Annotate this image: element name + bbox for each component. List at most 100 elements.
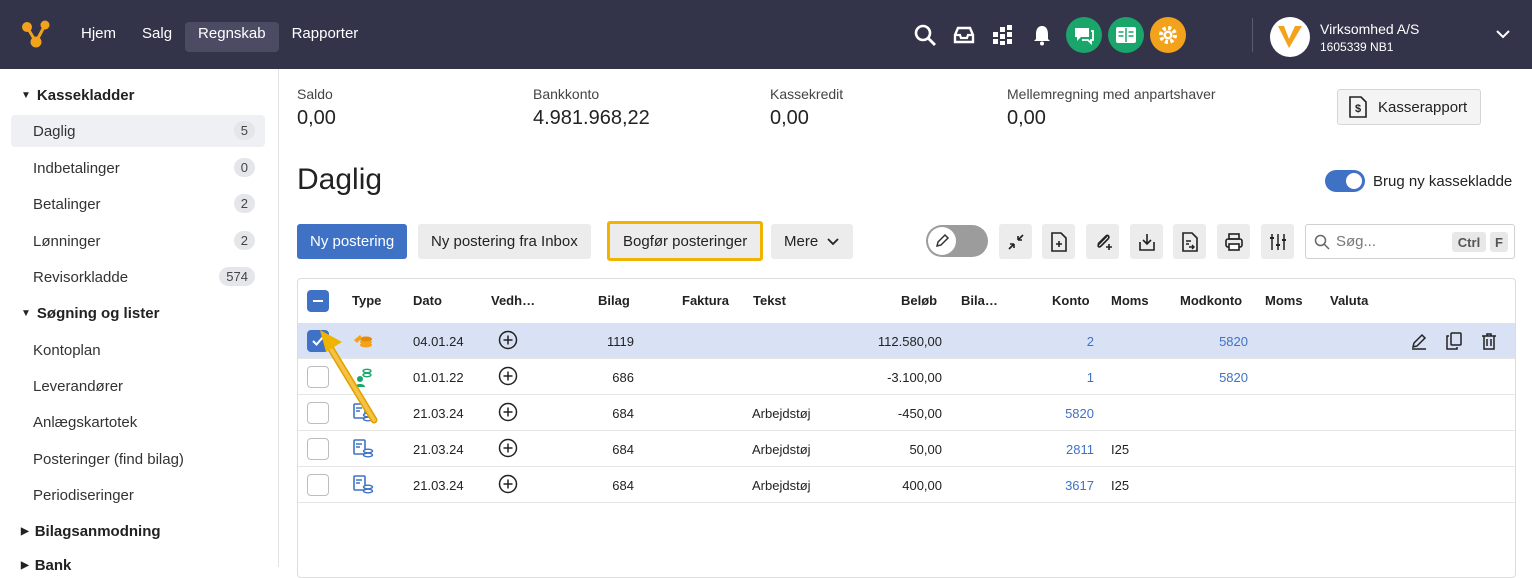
cell-modkonto[interactable]: 5820 [1188, 334, 1248, 349]
col-moms[interactable]: Moms [1111, 293, 1149, 308]
section-bank[interactable]: ▶ Bank [21, 557, 71, 574]
cell-tekst: Arbejdstøj [752, 406, 811, 421]
shortcut-f: F [1490, 232, 1508, 252]
bogfor-button[interactable]: Bogfør posteringer [607, 221, 764, 261]
sidebar-item-kontoplan[interactable]: Kontoplan [11, 334, 265, 366]
count-badge: 5 [233, 121, 255, 140]
company-name: Virksomhed A/S [1320, 20, 1420, 37]
sidebar-item-daglig[interactable]: Daglig 5 [11, 115, 265, 147]
col-bila[interactable]: Bila… [961, 293, 998, 308]
cell-bilag: 1119 [607, 334, 634, 349]
column-settings-icon[interactable] [1261, 224, 1294, 259]
apps-grid-icon[interactable] [988, 18, 1018, 52]
nav-rapporter[interactable]: Rapporter [279, 22, 372, 52]
copy-icon[interactable] [1440, 329, 1468, 353]
more-button[interactable]: Mere [771, 224, 854, 259]
search-icon[interactable] [910, 18, 940, 52]
new-kassekladde-toggle[interactable]: Brug ny kassekladde [1325, 170, 1512, 192]
section-kassekladder[interactable]: ▼ Kassekladder [21, 87, 134, 104]
download-icon[interactable] [1130, 224, 1163, 259]
triangle-right-icon: ▶ [21, 560, 29, 571]
attach-icon[interactable] [1086, 224, 1119, 259]
table-row[interactable]: 01.01.22 686 -3.100,00 1 5820 [298, 359, 1515, 395]
kasserapport-button[interactable]: $ Kasserapport [1337, 89, 1481, 125]
company-id: 1605339 NB1 [1320, 39, 1394, 54]
company-switcher[interactable]: Virksomhed A/S 1605339 NB1 [1270, 17, 1419, 57]
edit-mode-toggle[interactable] [926, 225, 988, 257]
cell-konto[interactable]: 5820 [1038, 406, 1094, 421]
col-faktura[interactable]: Faktura [682, 293, 729, 308]
col-valuta[interactable]: Valuta [1330, 293, 1368, 308]
nav-hjem[interactable]: Hjem [68, 22, 129, 52]
chevron-down-icon[interactable] [1495, 26, 1511, 42]
cell-belob: -3.100,00 [887, 370, 942, 385]
company-logo-icon [1270, 17, 1310, 57]
new-posting-button[interactable]: Ny postering [297, 224, 408, 259]
gear-icon[interactable] [1150, 17, 1186, 53]
nav-regnskab[interactable]: Regnskab [185, 22, 279, 52]
print-icon[interactable] [1217, 224, 1250, 259]
trash-icon[interactable] [1475, 329, 1503, 353]
sidebar-item-posteringer[interactable]: Posteringer (find bilag) [11, 443, 265, 475]
sidebar-item-indbetalinger[interactable]: Indbetalinger 0 [11, 152, 265, 184]
export-document-icon[interactable] [1173, 224, 1206, 259]
collapse-icon[interactable] [999, 224, 1032, 259]
table-row[interactable]: 04.01.24 1119 112.580,00 2 5820 [298, 323, 1515, 359]
cell-konto[interactable]: 2 [1038, 334, 1094, 349]
search-input[interactable]: Søg... Ctrl F [1305, 224, 1515, 259]
inbox-icon[interactable] [949, 18, 979, 52]
new-posting-inbox-button[interactable]: Ny postering fra Inbox [418, 224, 591, 259]
cell-dato: 21.03.24 [413, 406, 464, 421]
col-tekst[interactable]: Tekst [753, 293, 786, 308]
cell-dato: 04.01.24 [413, 334, 464, 349]
add-attachment-icon[interactable] [498, 366, 518, 386]
add-attachment-icon[interactable] [498, 330, 518, 350]
nav-salg[interactable]: Salg [129, 22, 185, 52]
cell-konto[interactable]: 3617 [1038, 478, 1094, 493]
cell-bilag: 684 [612, 442, 634, 457]
sidebar-item-lonninger[interactable]: Lønninger 2 [11, 225, 265, 257]
col-belob[interactable]: Beløb [901, 293, 937, 308]
row-actions [1398, 329, 1503, 353]
row-checkbox[interactable] [307, 474, 329, 496]
section-sogning[interactable]: ▼ Søgning og lister [21, 305, 159, 322]
bell-icon[interactable] [1027, 18, 1057, 52]
sidebar: ▼ Kassekladder Daglig 5 Indbetalinger 0 Bet… [0, 69, 279, 574]
cell-tekst: Arbejdstøj [752, 442, 811, 457]
app-logo-icon[interactable] [20, 18, 52, 50]
edit-icon[interactable] [1405, 329, 1433, 353]
table-row[interactable]: 21.03.24 684 Arbejdstøj 400,00 3617 I25 [298, 467, 1515, 503]
chat-icon[interactable] [1066, 17, 1102, 53]
cell-modkonto[interactable]: 5820 [1188, 370, 1248, 385]
cell-konto[interactable]: 2811 [1038, 442, 1094, 457]
sidebar-item-revisorkladde[interactable]: Revisorkladde 574 [11, 261, 265, 293]
table-row[interactable]: 21.03.24 684 Arbejdstøj -450,00 5820 [298, 395, 1515, 431]
col-modkonto[interactable]: Modkonto [1180, 293, 1242, 308]
toggle-switch[interactable] [1325, 170, 1365, 192]
sidebar-item-betalinger[interactable]: Betalinger 2 [11, 188, 265, 220]
section-bilagsanmodning[interactable]: ▶ Bilagsanmodning [21, 523, 161, 540]
col-moms2[interactable]: Moms [1265, 293, 1303, 308]
col-konto[interactable]: Konto [1052, 293, 1090, 308]
col-bilag[interactable]: Bilag [598, 293, 630, 308]
col-type[interactable]: Type [352, 293, 381, 308]
add-document-icon[interactable] [1042, 224, 1075, 259]
sidebar-item-periodiseringer[interactable]: Periodiseringer [11, 479, 265, 511]
chevron-down-icon [827, 237, 839, 245]
row-checkbox[interactable] [307, 438, 329, 460]
select-all-checkbox[interactable] [307, 290, 329, 312]
cell-belob: 112.580,00 [877, 334, 942, 349]
add-attachment-icon[interactable] [498, 474, 518, 494]
pencil-icon [928, 227, 956, 255]
main-nav: Hjem Salg Regnskab Rapporter [68, 22, 371, 52]
col-dato[interactable]: Dato [413, 293, 442, 308]
table-row[interactable]: 21.03.24 684 Arbejdstøj 50,00 2811 I25 [298, 431, 1515, 467]
cell-konto[interactable]: 1 [1038, 370, 1094, 385]
sidebar-item-leverandorer[interactable]: Leverandører [11, 370, 265, 402]
sidebar-item-anlaegskartotek[interactable]: Anlægskartotek [11, 406, 265, 438]
col-vedh[interactable]: Vedh… [491, 293, 535, 308]
stat-saldo: Saldo 0,00 [297, 86, 336, 129]
add-attachment-icon[interactable] [498, 402, 518, 422]
book-icon[interactable] [1108, 17, 1144, 53]
add-attachment-icon[interactable] [498, 438, 518, 458]
